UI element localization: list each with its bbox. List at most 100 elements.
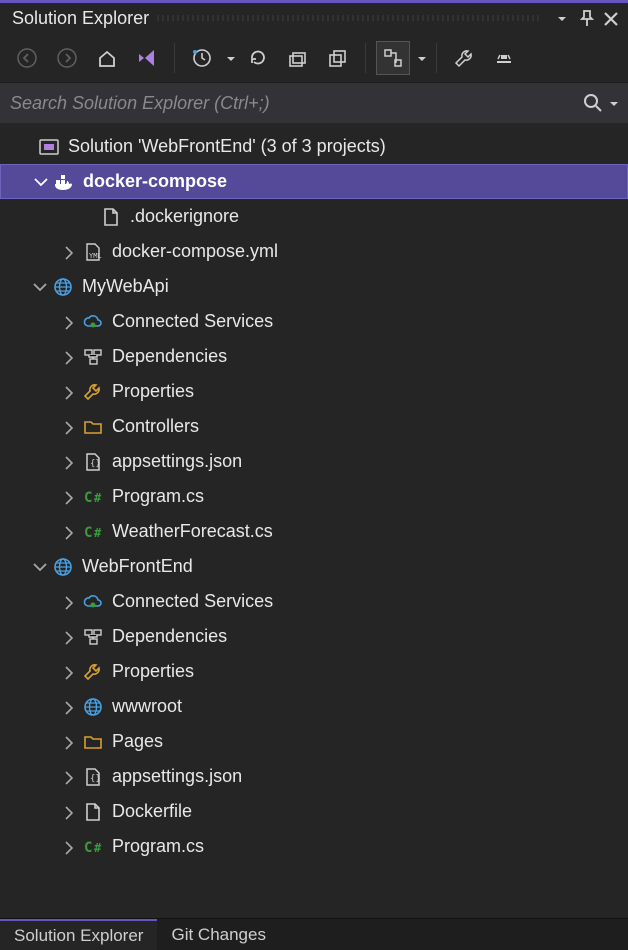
file-appsettings[interactable]: appsettings.json (0, 759, 628, 794)
project-label: docker-compose (83, 171, 627, 192)
expander-icon[interactable] (60, 628, 78, 646)
titlebar-grip[interactable] (157, 15, 542, 21)
dependencies-icon (82, 626, 104, 648)
file-icon (100, 206, 122, 228)
expander-icon[interactable] (60, 348, 78, 366)
switch-views-button[interactable] (130, 41, 164, 75)
view-hierarchy-button[interactable] (376, 41, 410, 75)
folder-icon (82, 731, 104, 753)
properties-button[interactable] (447, 41, 481, 75)
globe-icon (82, 696, 104, 718)
file-label: appsettings.json (112, 451, 628, 472)
project-mywebapi[interactable]: MyWebApi (0, 269, 628, 304)
search-button[interactable] (578, 88, 608, 118)
csharp-icon (82, 836, 104, 858)
file-program-cs[interactable]: Program.cs (0, 479, 628, 514)
toolbar-separator (365, 43, 366, 73)
solution-tree[interactable]: Solution 'WebFrontEnd' (3 of 3 projects)… (0, 123, 628, 918)
json-icon (82, 451, 104, 473)
expander-icon[interactable] (60, 698, 78, 716)
nav-forward-button[interactable] (50, 41, 84, 75)
pin-button[interactable] (574, 6, 598, 30)
folder-pages[interactable]: Pages (0, 724, 628, 759)
expander-icon[interactable] (60, 418, 78, 436)
file-docker-compose-yml[interactable]: docker-compose.yml (0, 234, 628, 269)
file-label: .dockerignore (130, 206, 628, 227)
node-dependencies[interactable]: Dependencies (0, 619, 628, 654)
json-icon (82, 766, 104, 788)
collapse-all-button[interactable] (281, 41, 315, 75)
project-label: WebFrontEnd (82, 556, 628, 577)
file-label: WeatherForecast.cs (112, 521, 628, 542)
project-docker-compose[interactable]: docker-compose (0, 164, 628, 199)
expander-icon[interactable] (60, 768, 78, 786)
nav-back-button[interactable] (10, 41, 44, 75)
expander-icon[interactable] (60, 453, 78, 471)
file-label: Dockerfile (112, 801, 628, 822)
node-properties[interactable]: Properties (0, 374, 628, 409)
csharp-icon (82, 486, 104, 508)
filter-dropdown[interactable] (225, 53, 235, 63)
file-label: Program.cs (112, 836, 628, 857)
show-all-files-button[interactable] (321, 41, 355, 75)
folder-label: Pages (112, 731, 628, 752)
file-label: docker-compose.yml (112, 241, 628, 262)
expander-icon[interactable] (60, 523, 78, 541)
yaml-icon (82, 241, 104, 263)
node-label: Dependencies (112, 346, 628, 367)
web-project-icon (52, 276, 74, 298)
expander-icon[interactable] (30, 558, 48, 576)
expander-icon[interactable] (31, 173, 49, 191)
sync-button[interactable] (241, 41, 275, 75)
node-label: Connected Services (112, 591, 628, 612)
preview-button[interactable] (487, 41, 521, 75)
solution-label: Solution 'WebFrontEnd' (3 of 3 projects) (68, 136, 628, 157)
panel-title: Solution Explorer (12, 8, 149, 29)
pending-changes-filter-button[interactable] (185, 41, 219, 75)
expander-icon[interactable] (60, 838, 78, 856)
folder-controllers[interactable]: Controllers (0, 409, 628, 444)
view-dropdown[interactable] (416, 53, 426, 63)
toolbar-separator (436, 43, 437, 73)
solution-node[interactable]: Solution 'WebFrontEnd' (3 of 3 projects) (0, 129, 628, 164)
expander-icon[interactable] (60, 593, 78, 611)
node-dependencies[interactable]: Dependencies (0, 339, 628, 374)
toolbar (0, 33, 628, 83)
expander-icon[interactable] (30, 278, 48, 296)
expander-icon[interactable] (60, 733, 78, 751)
expander-icon[interactable] (60, 663, 78, 681)
node-label: Properties (112, 661, 628, 682)
wrench-icon (82, 381, 104, 403)
wrench-icon (82, 661, 104, 683)
home-button[interactable] (90, 41, 124, 75)
node-connected-services[interactable]: Connected Services (0, 584, 628, 619)
file-dockerfile[interactable]: Dockerfile (0, 794, 628, 829)
node-properties[interactable]: Properties (0, 654, 628, 689)
tab-label: Solution Explorer (14, 926, 143, 946)
file-appsettings[interactable]: appsettings.json (0, 444, 628, 479)
expander-icon[interactable] (60, 243, 78, 261)
search-options-dropdown[interactable] (608, 98, 618, 108)
node-label: Properties (112, 381, 628, 402)
file-dockerignore[interactable]: .dockerignore (0, 199, 628, 234)
file-weatherforecast-cs[interactable]: WeatherForecast.cs (0, 514, 628, 549)
tab-solution-explorer[interactable]: Solution Explorer (0, 919, 157, 950)
node-connected-services[interactable]: Connected Services (0, 304, 628, 339)
window-menu-button[interactable] (550, 6, 574, 30)
expander-icon[interactable] (60, 488, 78, 506)
project-webfrontend[interactable]: WebFrontEnd (0, 549, 628, 584)
expander-icon[interactable] (60, 803, 78, 821)
tab-git-changes[interactable]: Git Changes (157, 919, 280, 950)
file-program-cs[interactable]: Program.cs (0, 829, 628, 864)
expander-icon[interactable] (60, 313, 78, 331)
folder-wwwroot[interactable]: wwwroot (0, 689, 628, 724)
node-label: Dependencies (112, 626, 628, 647)
web-project-icon (52, 556, 74, 578)
folder-label: wwwroot (112, 696, 628, 717)
expander-icon[interactable] (60, 383, 78, 401)
file-label: Program.cs (112, 486, 628, 507)
folder-icon (82, 416, 104, 438)
search-input[interactable] (10, 93, 578, 114)
project-label: MyWebApi (82, 276, 628, 297)
close-button[interactable] (598, 6, 622, 30)
